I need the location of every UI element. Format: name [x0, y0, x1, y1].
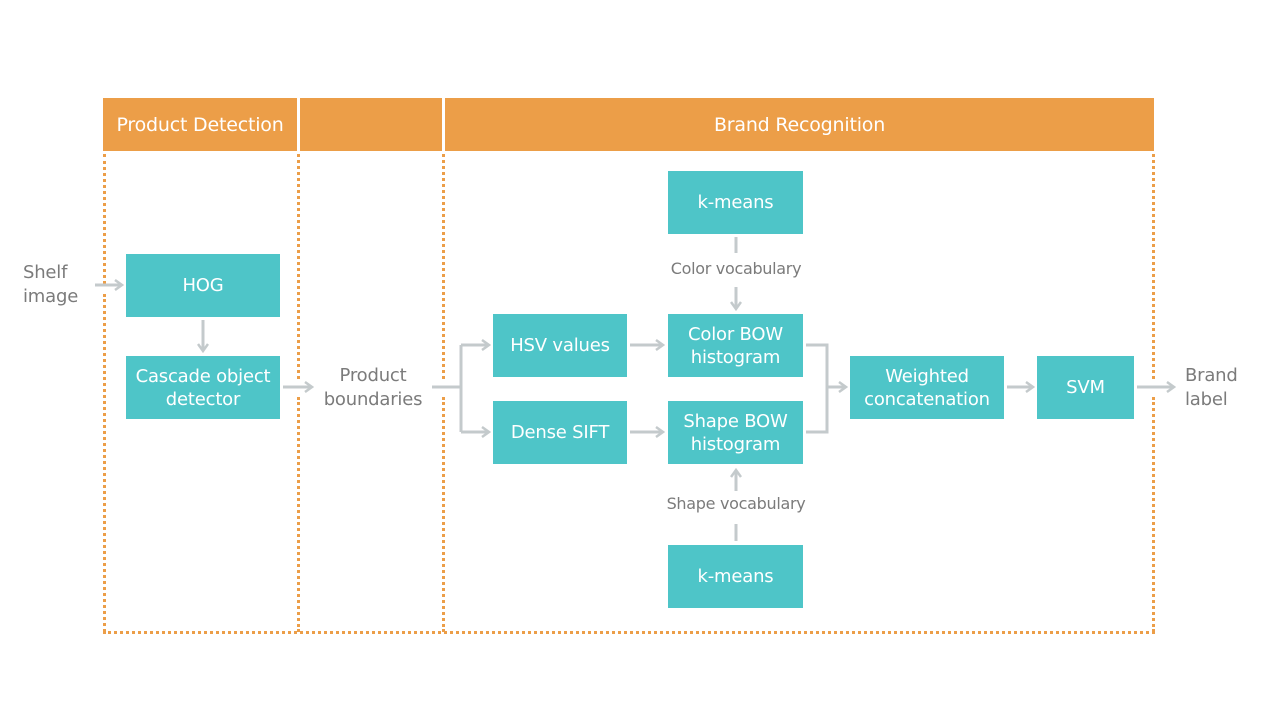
input-shelf-image-line-2: image — [23, 286, 79, 307]
box-shape-bow-text-1: Shape BOW — [683, 410, 788, 432]
label-product-boundaries-line-1: Product — [339, 365, 407, 386]
box-kmeans-top: k-means — [668, 171, 803, 234]
edge-label-shape-vocabulary: Shape vocabulary — [666, 494, 806, 513]
box-color-bow-histogram: Color BOW histogram — [668, 314, 803, 377]
box-hog-text: HOG — [182, 275, 224, 296]
box-weighted-text-1: Weighted — [885, 365, 969, 387]
box-dense-sift-text: Dense SIFT — [510, 422, 610, 443]
box-color-bow-text-2: histogram — [690, 346, 781, 368]
box-cascade-text-1: Cascade object — [135, 365, 271, 387]
box-svm-text: SVM — [1066, 377, 1105, 398]
box-shape-bow-text-2: histogram — [690, 433, 781, 455]
box-kmeans-bottom-text: k-means — [697, 566, 774, 587]
label-product-boundaries: Product boundaries — [318, 364, 428, 412]
label-product-boundaries-line-2: boundaries — [323, 389, 423, 410]
box-color-bow-text-1: Color BOW — [688, 323, 783, 345]
box-kmeans-bottom: k-means — [668, 545, 803, 608]
box-svm: SVM — [1037, 356, 1134, 419]
input-shelf-image: Shelf image — [23, 261, 78, 309]
box-dense-sift: Dense SIFT — [493, 401, 627, 464]
edge-label-color-vocabulary: Color vocabulary — [670, 259, 802, 278]
box-hsv-values: HSV values — [493, 314, 627, 377]
branch-boundaries — [432, 345, 463, 432]
output-brand-label: Brand label — [1185, 364, 1238, 412]
box-kmeans-top-text: k-means — [697, 192, 774, 213]
box-weighted-concatenation: Weighted concatenation — [850, 356, 1004, 419]
output-brand-label-line-1: Brand — [1185, 365, 1238, 386]
box-hog: HOG — [126, 254, 280, 317]
box-hsv-text: HSV values — [510, 335, 610, 356]
box-weighted-text-2: concatenation — [864, 388, 990, 410]
output-brand-label-line-2: label — [1185, 389, 1228, 410]
box-shape-bow-histogram: Shape BOW histogram — [668, 401, 803, 464]
box-cascade-text-2: detector — [165, 388, 241, 410]
box-cascade-object-detector: Cascade object detector — [126, 356, 280, 419]
input-shelf-image-line-1: Shelf — [23, 262, 68, 283]
merge-bow — [806, 343, 829, 434]
